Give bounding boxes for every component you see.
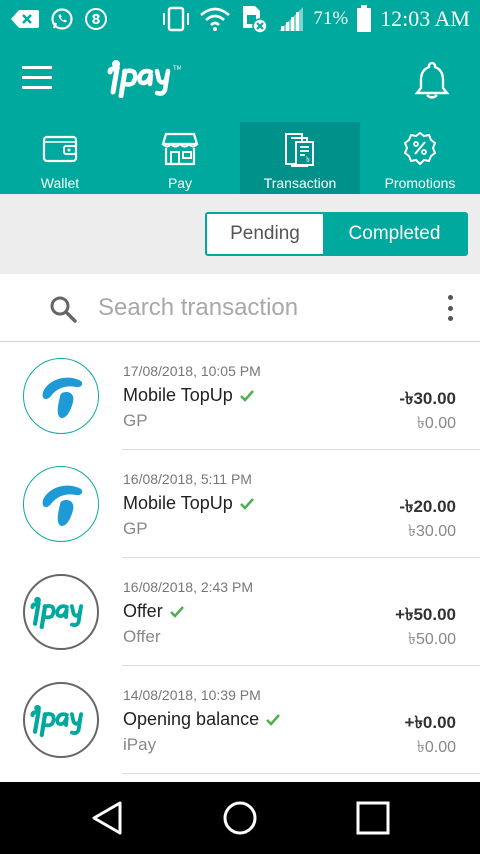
transaction-subtitle: GP <box>123 519 148 538</box>
main-tabs: Wallet Pay ৳ Transaction Promotions <box>0 122 480 194</box>
recents-nav-icon[interactable] <box>343 793 403 843</box>
hamburger-menu-icon[interactable] <box>22 66 58 94</box>
completed-check-icon <box>239 389 254 402</box>
ipay-logo-icon <box>23 574 99 650</box>
transaction-row[interactable]: 16/08/2018, 5:11 PM Mobile TopUp GP -৳20… <box>0 450 480 558</box>
gp-logo-icon <box>23 466 99 542</box>
completed-check-icon <box>266 713 281 726</box>
tab-transaction[interactable]: ৳ Transaction <box>240 122 360 194</box>
search-icon <box>48 294 78 329</box>
transaction-title: Opening balance <box>123 709 281 730</box>
transaction-title-text: Mobile TopUp <box>123 385 233 405</box>
back-nav-icon[interactable] <box>77 793 137 843</box>
transaction-date: 14/08/2018, 10:39 PM <box>123 687 261 703</box>
battery-percent: 71% <box>313 8 349 29</box>
more-options-icon[interactable] <box>446 295 454 321</box>
transaction-date: 16/08/2018, 2:43 PM <box>123 579 253 595</box>
search-input[interactable] <box>98 288 418 328</box>
svg-text:৳: ৳ <box>306 155 310 164</box>
transaction-date: 17/08/2018, 10:05 PM <box>123 363 261 379</box>
transaction-title-text: Opening balance <box>123 709 260 729</box>
vibrate-icon <box>161 6 191 32</box>
wifi-icon <box>199 7 231 31</box>
ipay-logo: TM <box>107 58 182 103</box>
status-bar: 8 71% 12:03 AM <box>0 0 480 38</box>
transaction-row[interactable]: 14/08/2018, 10:39 PM Opening balance iPa… <box>0 666 480 774</box>
completed-check-icon <box>169 605 184 618</box>
clock: 12:03 AM <box>380 6 470 31</box>
back-message-icon <box>10 8 40 30</box>
transaction-subtitle: GP <box>123 411 148 430</box>
search-bar <box>0 274 480 342</box>
ipay-logo-icon <box>23 682 99 758</box>
home-nav-icon[interactable] <box>210 793 270 843</box>
sim-icon <box>239 4 269 34</box>
row-divider <box>122 773 480 774</box>
transaction-title-text: Mobile TopUp <box>123 493 233 513</box>
transaction-title: Mobile TopUp <box>123 385 254 406</box>
transaction-title: Offer <box>123 601 184 622</box>
tab-promotions[interactable]: Promotions <box>360 122 480 194</box>
transaction-balance: ৳30.00 <box>407 523 456 540</box>
transaction-row[interactable]: 16/08/2018, 2:43 PM Offer Offer +৳50.00 … <box>0 558 480 666</box>
tab-pay[interactable]: Pay <box>120 122 240 194</box>
transaction-list: 17/08/2018, 10:05 PM Mobile TopUp GP -৳3… <box>0 342 480 782</box>
discount-badge-icon <box>402 131 438 167</box>
tab-wallet[interactable]: Wallet <box>0 122 120 194</box>
svg-text:TM: TM <box>172 65 181 72</box>
tab-promotions-label: Promotions <box>384 175 456 191</box>
system-navigation-bar <box>0 782 480 854</box>
completed-check-icon <box>239 497 254 510</box>
notification-bell-icon[interactable] <box>414 60 450 100</box>
transaction-subtitle: Offer <box>123 627 161 646</box>
battery-icon <box>356 5 372 33</box>
pending-filter-button[interactable]: Pending <box>207 214 323 254</box>
transaction-date: 16/08/2018, 5:11 PM <box>123 471 252 487</box>
tab-pay-label: Pay <box>167 175 193 191</box>
app-bar: TM <box>0 38 480 122</box>
store-icon <box>161 131 199 167</box>
wallet-icon <box>42 131 78 167</box>
tab-wallet-label: Wallet <box>40 175 80 191</box>
transaction-row[interactable]: 17/08/2018, 10:05 PM Mobile TopUp GP -৳3… <box>0 342 480 450</box>
transaction-balance: ৳50.00 <box>407 631 456 648</box>
tab-transaction-label: Transaction <box>263 175 337 191</box>
transaction-subtitle: iPay <box>123 735 157 754</box>
receipt-icon: ৳ <box>282 131 318 167</box>
gp-logo-icon <box>23 358 99 434</box>
status-filter-toggle: Pending Completed <box>205 212 468 256</box>
whatsapp-icon <box>50 7 74 31</box>
completed-filter-button[interactable]: Completed <box>323 214 466 254</box>
svg-text:8: 8 <box>91 13 100 28</box>
notification-8-icon: 8 <box>84 7 108 31</box>
transaction-title-text: Offer <box>123 601 163 621</box>
filter-area: Pending Completed <box>0 194 480 274</box>
transaction-balance: ৳0.00 <box>416 415 456 432</box>
transaction-balance: ৳0.00 <box>416 739 456 756</box>
transaction-title: Mobile TopUp <box>123 493 254 514</box>
signal-icon <box>277 6 305 32</box>
